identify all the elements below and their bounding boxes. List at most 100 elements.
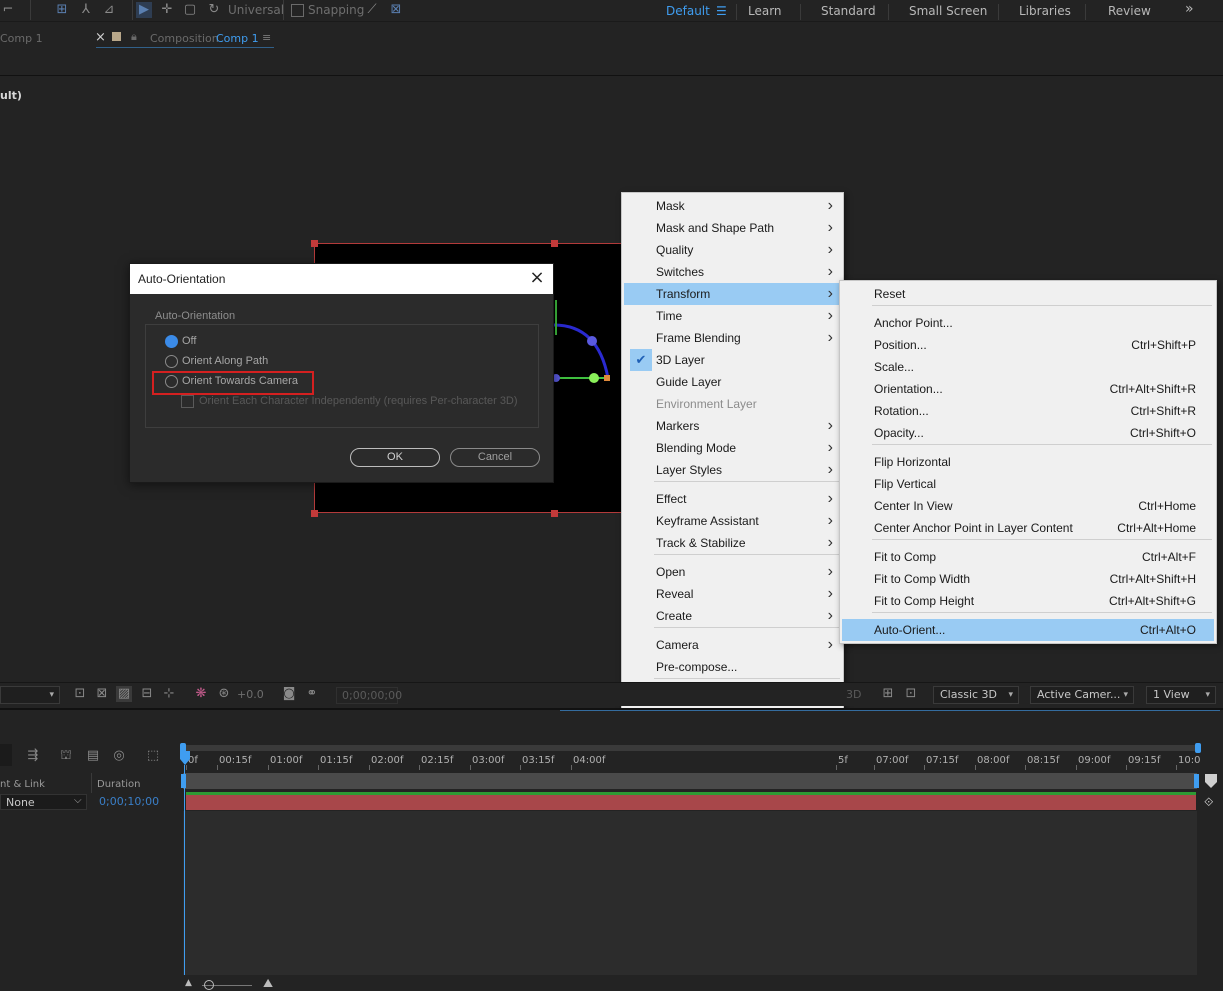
zoom-slider-thumb[interactable] <box>204 980 214 990</box>
comp-marker-bin-icon[interactable] <box>1205 774 1217 788</box>
transform-item-center-in-view[interactable]: Center In View Ctrl+Home <box>842 495 1214 517</box>
view-axis-icon[interactable]: ⊿ <box>101 2 117 18</box>
tab-composition-name[interactable]: Comp 1 <box>216 32 259 45</box>
magnification-select[interactable]: ▾ <box>0 686 60 704</box>
transform-item-flip-horizontal[interactable]: Flip Horizontal <box>842 451 1214 473</box>
work-area-bar[interactable] <box>182 745 1198 751</box>
duration-value[interactable]: 0;00;10;00 <box>99 795 159 808</box>
layer-handle[interactable] <box>311 510 318 517</box>
transform-item-anchor-point[interactable]: Anchor Point... <box>842 312 1214 334</box>
grid-icon[interactable]: ⊟ <box>139 686 155 702</box>
transform-item-reset[interactable]: Reset <box>842 283 1214 305</box>
color-channels-icon[interactable]: ❋ <box>193 686 209 702</box>
transform-item-fit-to-comp-height[interactable]: Fit to Comp Height Ctrl+Alt+Shift+G <box>842 590 1214 612</box>
local-axis-icon[interactable]: ⊞ <box>54 2 70 18</box>
menu-item-blending-mode[interactable]: Blending Mode › <box>624 437 841 459</box>
draft-3d-icon[interactable]: ⛫ <box>58 748 74 764</box>
motion-blur-icon[interactable]: ◎ <box>111 748 127 764</box>
menu-item-effect[interactable]: Effect › <box>624 488 841 510</box>
menu-item-pre-compose[interactable]: Pre-compose... <box>624 656 841 678</box>
exposure-value[interactable]: +0.0 <box>237 688 264 701</box>
snap-grid-icon[interactable]: ⊠ <box>388 2 404 18</box>
renderer-select[interactable]: Classic 3D ▾ <box>933 686 1019 704</box>
transform-item-orientation[interactable]: Orientation... Ctrl+Alt+Shift+R <box>842 378 1214 400</box>
layer-handle[interactable] <box>551 510 558 517</box>
exposure-reset-icon[interactable]: ⊛ <box>216 686 232 702</box>
menu-item-camera[interactable]: Camera › <box>624 634 841 656</box>
layer-handle[interactable] <box>551 240 558 247</box>
tool-icon[interactable]: ⌐ <box>0 2 16 18</box>
out-point-marker[interactable] <box>1194 774 1199 788</box>
move-icon[interactable]: ✛ <box>159 2 175 18</box>
transform-item-position[interactable]: Position... Ctrl+Shift+P <box>842 334 1214 356</box>
snapshot-camera-icon[interactable]: ◙ <box>281 686 297 702</box>
guides-icon[interactable]: ⊹ <box>161 686 177 702</box>
fast-previews-icon[interactable]: ⊞ <box>880 686 896 702</box>
layer-bar[interactable] <box>186 795 1196 810</box>
parent-select[interactable]: None ⌵ <box>0 794 87 810</box>
transform-item-auto-orient[interactable]: Auto-Orient... Ctrl+Alt+O <box>842 619 1214 641</box>
menu-item-layer-styles[interactable]: Layer Styles › <box>624 459 841 481</box>
per-character-checkbox[interactable] <box>181 395 194 408</box>
keyframe-nav-icon[interactable]: ⟐ <box>1204 795 1213 810</box>
playhead[interactable] <box>180 751 190 765</box>
world-axis-icon[interactable]: ⅄ <box>78 2 94 18</box>
snap-feather-icon[interactable]: ⟋ <box>364 2 380 18</box>
transform-item-fit-to-comp-width[interactable]: Fit to Comp Width Ctrl+Alt+Shift+H <box>842 568 1214 590</box>
more-workspaces-icon[interactable]: » <box>1185 1 1194 17</box>
viewer-timecode[interactable]: 0;00;00;00 <box>336 687 402 704</box>
rotate-icon[interactable]: ↻ <box>206 2 222 18</box>
menu-item-track-stabilize[interactable]: Track & Stabilize › <box>624 532 841 554</box>
close-icon[interactable]: × <box>529 269 545 287</box>
camera-view-select[interactable]: Active Camer... ▾ <box>1030 686 1134 704</box>
menu-item-frame-blending[interactable]: Frame Blending › <box>624 327 841 349</box>
transform-item-flip-vertical[interactable]: Flip Vertical <box>842 473 1214 495</box>
region-icon[interactable]: ⊡ <box>72 686 88 702</box>
zoom-out-icon[interactable]: ▲ <box>185 978 192 988</box>
workspace-default[interactable]: Default <box>666 4 710 18</box>
transform-item-center-anchor-point-in-layer-content[interactable]: Center Anchor Point in Layer Content Ctrl… <box>842 517 1214 539</box>
transform-item-rotation[interactable]: Rotation... Ctrl+Shift+R <box>842 400 1214 422</box>
menu-item-guide-layer[interactable]: Guide Layer <box>624 371 841 393</box>
tab-left-comp[interactable]: Comp 1 <box>0 32 43 45</box>
shy-layers-icon[interactable]: ▤ <box>85 748 101 764</box>
workspace-standard[interactable]: Standard <box>821 4 876 18</box>
transform-item-opacity[interactable]: Opacity... Ctrl+Shift+O <box>842 422 1214 444</box>
radio-button[interactable] <box>165 355 178 368</box>
workspace-menu-icon[interactable]: ☰ <box>716 4 727 18</box>
transform-item-fit-to-comp[interactable]: Fit to Comp Ctrl+Alt+F <box>842 546 1214 568</box>
show-snapshot-icon[interactable]: ⚭ <box>304 686 320 702</box>
menu-item-keyframe-assistant[interactable]: Keyframe Assistant › <box>624 510 841 532</box>
scale-box-icon[interactable]: ▢ <box>182 2 198 18</box>
layer-handle[interactable] <box>311 240 318 247</box>
cancel-button[interactable]: Cancel <box>450 448 540 467</box>
workspace-learn[interactable]: Learn <box>748 4 782 18</box>
workspace-small-screen[interactable]: Small Screen <box>909 4 987 18</box>
menu-item-time[interactable]: Time › <box>624 305 841 327</box>
ok-button[interactable]: OK <box>350 448 440 467</box>
transform-item-scale[interactable]: Scale... <box>842 356 1214 378</box>
workspace-review[interactable]: Review <box>1108 4 1151 18</box>
workspace-libraries[interactable]: Libraries <box>1019 4 1071 18</box>
snapping-checkbox[interactable] <box>291 4 304 17</box>
menu-item-mask-and-shape-path[interactable]: Mask and Shape Path › <box>624 217 841 239</box>
universal-label[interactable]: Universal <box>228 3 284 17</box>
mask-visibility-icon[interactable]: ▨ <box>116 686 132 702</box>
menu-item-transform[interactable]: Transform › <box>624 283 841 305</box>
select-arrow-icon[interactable]: ▶ <box>136 2 152 18</box>
view-layout-select[interactable]: 1 View ▾ <box>1146 686 1216 704</box>
lock-icon[interactable]: 🔒︎ <box>131 30 137 44</box>
menu-item-mask[interactable]: Mask › <box>624 195 841 217</box>
work-area-end-handle[interactable] <box>1195 743 1201 753</box>
menu-item-create[interactable]: Create › <box>624 605 841 627</box>
toggle-view-icon[interactable]: ⊡ <box>903 686 919 702</box>
menu-item-markers[interactable]: Markers › <box>624 415 841 437</box>
menu-item-reveal[interactable]: Reveal › <box>624 583 841 605</box>
radio-button[interactable] <box>165 335 178 348</box>
graph-editor-icon[interactable]: ⬚ <box>145 748 161 764</box>
menu-item-3d-layer[interactable]: ✔ 3D Layer <box>624 349 841 371</box>
comp-flowchart-icon[interactable]: ⇶ <box>25 748 41 764</box>
zoom-in-icon[interactable]: ⛰ <box>263 976 273 991</box>
menu-item-open[interactable]: Open › <box>624 561 841 583</box>
close-tab-icon[interactable]: × <box>95 30 106 45</box>
